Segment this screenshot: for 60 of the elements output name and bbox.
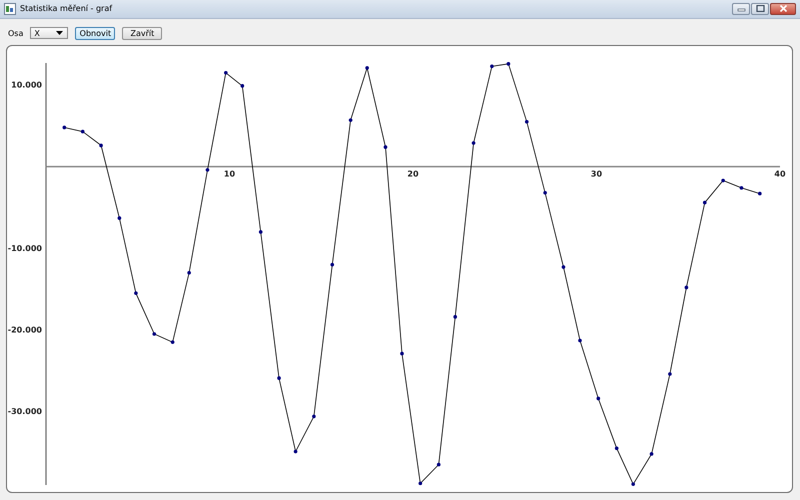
data-point — [596, 397, 600, 401]
tick-label: 40 — [774, 170, 786, 180]
data-point — [453, 315, 457, 320]
data-point — [365, 66, 369, 70]
data-point — [240, 84, 244, 88]
data-point — [721, 179, 725, 183]
tick-label: 10 — [224, 170, 236, 180]
minimize-button[interactable] — [732, 2, 750, 15]
data-point — [436, 463, 440, 467]
close-button[interactable] — [770, 2, 796, 15]
data-point — [118, 216, 122, 220]
tick-label: -10.000 — [8, 244, 42, 254]
data-point — [562, 266, 566, 270]
axis-label: Osa — [8, 28, 24, 38]
data-point — [348, 118, 352, 122]
data-point — [702, 201, 707, 205]
caret-icon — [56, 31, 64, 36]
window-title: Statistika měření - graf — [20, 4, 112, 14]
data-point — [134, 292, 138, 296]
close-icon — [778, 5, 788, 12]
data-point — [418, 482, 422, 486]
toolbar-button[interactable]: Zavřít — [122, 26, 162, 40]
data-point — [330, 263, 334, 267]
data-point — [187, 271, 191, 275]
tick-label: -30.000 — [8, 407, 42, 416]
app-icon — [4, 2, 16, 15]
axis-dropdown[interactable]: X — [30, 27, 68, 40]
tick-label: 20 — [407, 170, 419, 180]
data-point — [740, 186, 744, 190]
data-point — [684, 286, 688, 290]
data-point — [614, 446, 618, 450]
data-point — [312, 415, 316, 419]
data-point — [472, 142, 476, 146]
data-point — [99, 144, 103, 148]
tick-label: 10.000 — [11, 80, 42, 90]
data-point — [668, 372, 672, 376]
data-point — [543, 191, 547, 195]
data-point — [384, 146, 388, 150]
tick-label: 30 — [590, 170, 602, 180]
data-point — [631, 482, 635, 486]
data-point — [206, 168, 210, 172]
data-point — [277, 376, 281, 380]
data-point — [258, 230, 262, 234]
data-point — [400, 352, 404, 356]
data-point — [170, 340, 174, 344]
tick-label: -20.000 — [8, 326, 42, 335]
data-point — [80, 130, 84, 134]
toolbar-button[interactable]: Obnovit — [75, 26, 116, 40]
data-point — [490, 64, 494, 68]
data-point — [758, 192, 762, 196]
data-point — [578, 339, 582, 343]
data-point — [224, 71, 228, 76]
maximize-icon — [756, 5, 764, 12]
data-point — [152, 332, 156, 336]
data-point — [294, 450, 298, 454]
maximize-button[interactable] — [751, 2, 769, 15]
data-point — [62, 126, 66, 130]
data-point — [650, 452, 654, 456]
data-point — [524, 120, 529, 124]
data-point — [506, 62, 510, 66]
